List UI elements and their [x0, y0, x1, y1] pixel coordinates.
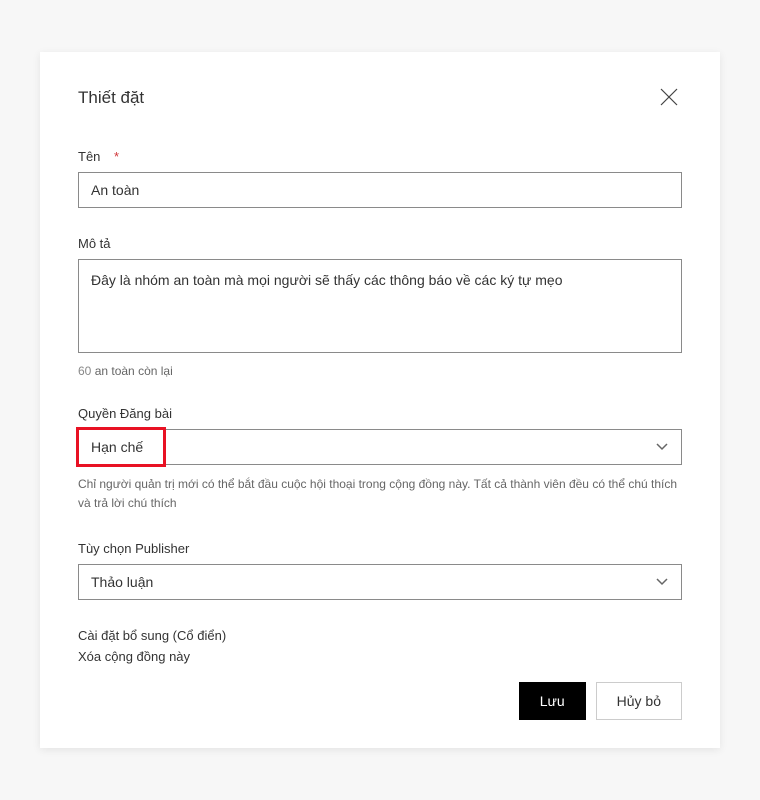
- posting-rights-selected: Hạn chế: [91, 439, 143, 455]
- description-label: Mô tả: [78, 236, 682, 251]
- save-button[interactable]: Lưu: [519, 682, 586, 720]
- publisher-options-selected: Thảo luận: [91, 574, 153, 590]
- modal-title: Thiết đặt: [78, 88, 144, 108]
- posting-rights-helper: Chỉ người quản trị mới có thể bắt đầu cu…: [78, 475, 682, 513]
- posting-rights-select-wrapper: Hạn chế: [78, 429, 682, 465]
- publisher-options-group: Tùy chọn Publisher Thảo luận: [78, 541, 682, 600]
- posting-rights-label: Quyền Đăng bài: [78, 406, 682, 421]
- name-label-text: Tên: [78, 149, 100, 164]
- char-count-number: 60: [78, 364, 91, 378]
- publisher-options-label: Tùy chọn Publisher: [78, 541, 682, 556]
- publisher-options-select-wrapper: Thảo luận: [78, 564, 682, 600]
- name-input[interactable]: [78, 172, 682, 208]
- settings-modal: Thiết đặt Tên * Mô tả Đây là nhóm an toà…: [40, 52, 720, 748]
- name-label: Tên *: [78, 149, 682, 164]
- delete-community-link[interactable]: Xóa cộng đồng này: [78, 649, 682, 664]
- description-input[interactable]: Đây là nhóm an toàn mà mọi người sẽ thấy…: [78, 259, 682, 353]
- cancel-button[interactable]: Hủy bỏ: [596, 682, 682, 720]
- required-asterisk: *: [114, 149, 119, 164]
- additional-settings-link[interactable]: Cài đặt bổ sung (Cổ điển): [78, 628, 682, 643]
- modal-header: Thiết đặt: [78, 84, 682, 113]
- char-count: 60 an toàn còn lại: [78, 364, 682, 378]
- posting-rights-group: Quyền Đăng bài Hạn chế Chỉ người quản tr…: [78, 406, 682, 513]
- char-count-text: an toàn còn lại: [91, 364, 172, 378]
- description-field-group: Mô tả Đây là nhóm an toàn mà mọi người s…: [78, 236, 682, 378]
- link-list: Cài đặt bổ sung (Cổ điển) Xóa cộng đồng …: [78, 628, 682, 664]
- posting-rights-select[interactable]: Hạn chế: [78, 429, 682, 465]
- name-field-group: Tên *: [78, 149, 682, 208]
- publisher-options-select[interactable]: Thảo luận: [78, 564, 682, 600]
- button-row: Lưu Hủy bỏ: [78, 682, 682, 720]
- close-icon: [660, 88, 678, 109]
- close-button[interactable]: [656, 84, 682, 113]
